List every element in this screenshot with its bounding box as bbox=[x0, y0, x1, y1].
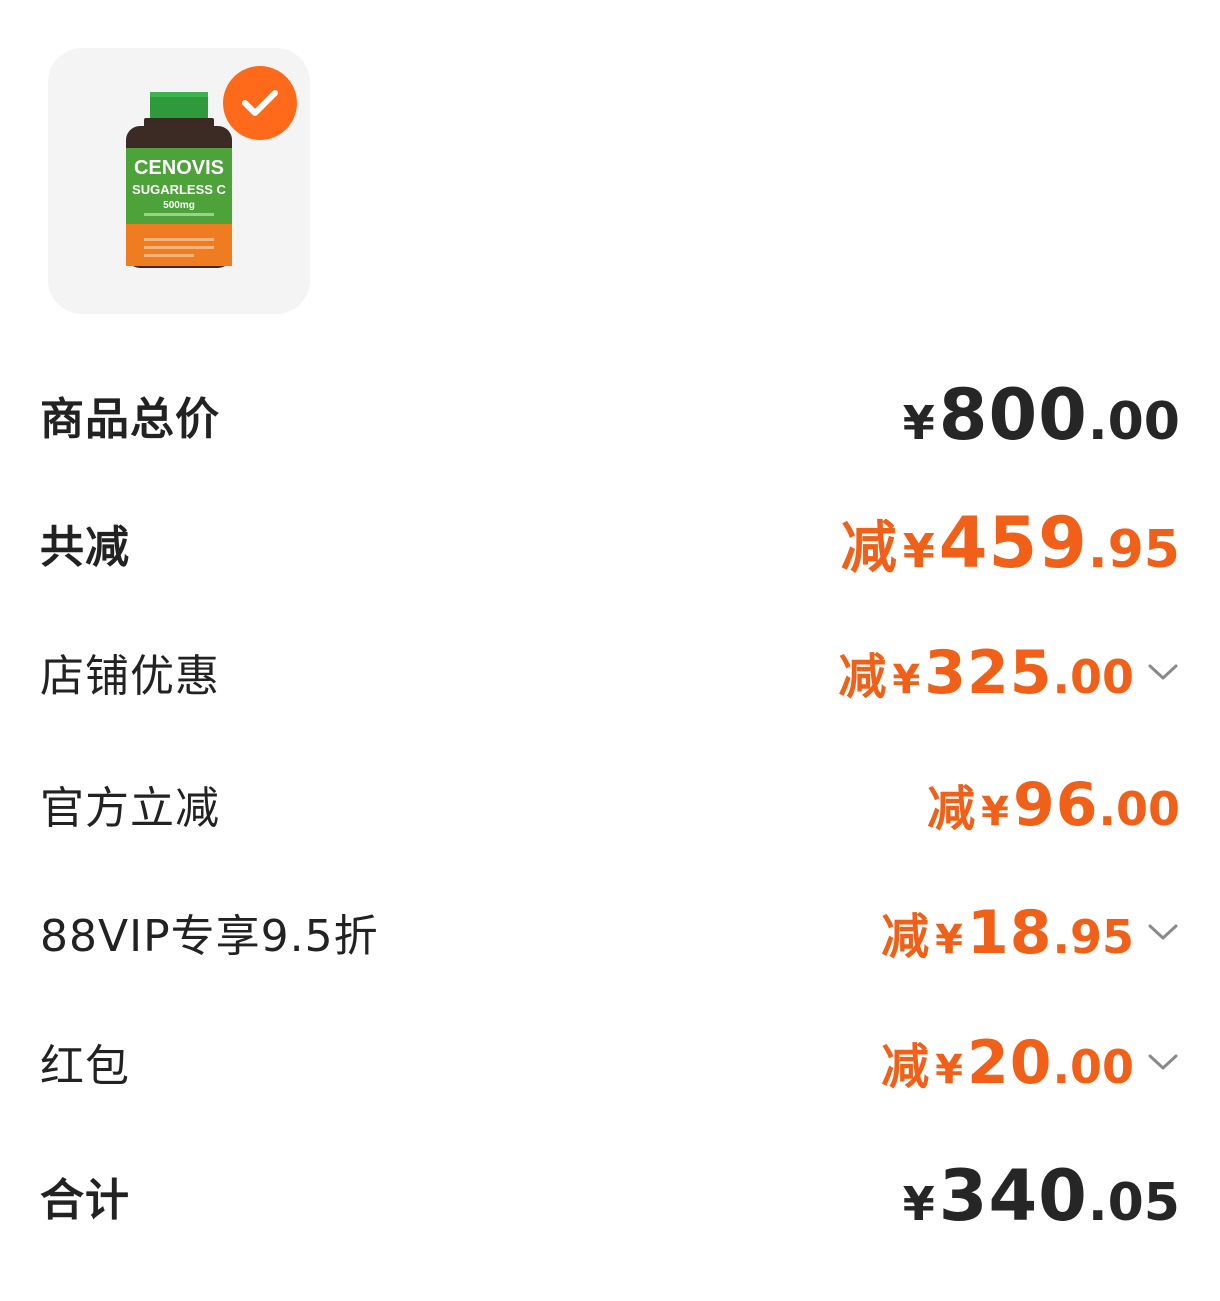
brand-label: CENOVIS bbox=[134, 157, 224, 179]
row-grand-total: 合计 ¥ 340 .05 bbox=[40, 1155, 1180, 1237]
product-card[interactable]: CENOVIS SUGARLESS C 500mg bbox=[48, 48, 310, 314]
amount-decimal: .00 bbox=[1052, 649, 1135, 704]
chevron-down-icon[interactable] bbox=[1146, 661, 1180, 683]
total-discount-label: 共减 bbox=[40, 522, 130, 573]
grand-total-label: 合计 bbox=[40, 1175, 130, 1226]
currency-symbol: ¥ bbox=[935, 916, 963, 963]
red-packet-label: 红包 bbox=[40, 1041, 130, 1092]
amount-integer: 18 bbox=[967, 897, 1053, 968]
currency-symbol: ¥ bbox=[902, 1177, 935, 1231]
product-label: SUGARLESS C bbox=[132, 182, 227, 197]
amount-integer: 800 bbox=[938, 374, 1088, 456]
amount-integer: 20 bbox=[967, 1027, 1053, 1098]
row-official-discount: 官方立减 减 ¥ 96 .00 bbox=[40, 770, 1180, 840]
amount-integer: 340 bbox=[938, 1155, 1088, 1237]
currency-symbol: ¥ bbox=[902, 396, 935, 450]
subtotal-amount: ¥ 800 .00 bbox=[903, 374, 1180, 456]
amount-decimal: .95 bbox=[1052, 909, 1135, 964]
chevron-down-icon[interactable] bbox=[1146, 1051, 1180, 1073]
store-discount-amount: 减 ¥ 325 .00 bbox=[838, 637, 1134, 708]
discount-prefix: 减 bbox=[927, 780, 976, 837]
row-total-discount: 共减 减 ¥ 459 .95 bbox=[40, 502, 1180, 584]
official-discount-label: 官方立减 bbox=[40, 783, 220, 834]
currency-symbol: ¥ bbox=[902, 524, 935, 578]
discount-prefix: 减 bbox=[881, 908, 930, 965]
store-discount-label: 店铺优惠 bbox=[40, 651, 220, 702]
vip-discount-amount: 减 ¥ 18 .95 bbox=[881, 897, 1134, 968]
subtotal-label: 商品总价 bbox=[40, 394, 220, 445]
amount-integer: 459 bbox=[938, 502, 1088, 584]
chevron-down-icon[interactable] bbox=[1146, 921, 1180, 943]
amount-decimal: .00 bbox=[1087, 392, 1180, 452]
dose-label: 500mg bbox=[163, 200, 195, 211]
discount-prefix: 减 bbox=[838, 648, 887, 705]
red-packet-amount: 减 ¥ 20 .00 bbox=[881, 1027, 1134, 1098]
amount-decimal: .00 bbox=[1098, 781, 1181, 836]
amount-decimal: .95 bbox=[1087, 520, 1180, 580]
discount-prefix: 减 bbox=[840, 516, 897, 581]
grand-total-amount: ¥ 340 .05 bbox=[903, 1155, 1180, 1237]
check-icon bbox=[242, 90, 278, 116]
amount-integer: 96 bbox=[1013, 769, 1099, 840]
selected-check-badge[interactable] bbox=[223, 66, 297, 140]
vip-discount-label: 88VIP专享9.5折 bbox=[40, 911, 379, 962]
currency-symbol: ¥ bbox=[935, 1046, 963, 1093]
row-red-packet[interactable]: 红包 减 ¥ 20 .00 bbox=[40, 1028, 1180, 1098]
amount-decimal: .05 bbox=[1087, 1173, 1180, 1233]
currency-symbol: ¥ bbox=[892, 656, 921, 703]
amount-decimal: .00 bbox=[1052, 1039, 1135, 1094]
currency-symbol: ¥ bbox=[981, 788, 1009, 835]
row-subtotal: 商品总价 ¥ 800 .00 bbox=[40, 374, 1180, 456]
row-store-discount[interactable]: 店铺优惠 减 ¥ 325 .00 bbox=[40, 638, 1180, 708]
row-88vip-discount[interactable]: 88VIP专享9.5折 减 ¥ 18 .95 bbox=[40, 898, 1180, 968]
total-discount-amount: 减 ¥ 459 .95 bbox=[841, 502, 1180, 584]
official-discount-amount: 减 ¥ 96 .00 bbox=[927, 769, 1180, 840]
discount-prefix: 减 bbox=[881, 1038, 930, 1095]
amount-integer: 325 bbox=[924, 637, 1053, 708]
